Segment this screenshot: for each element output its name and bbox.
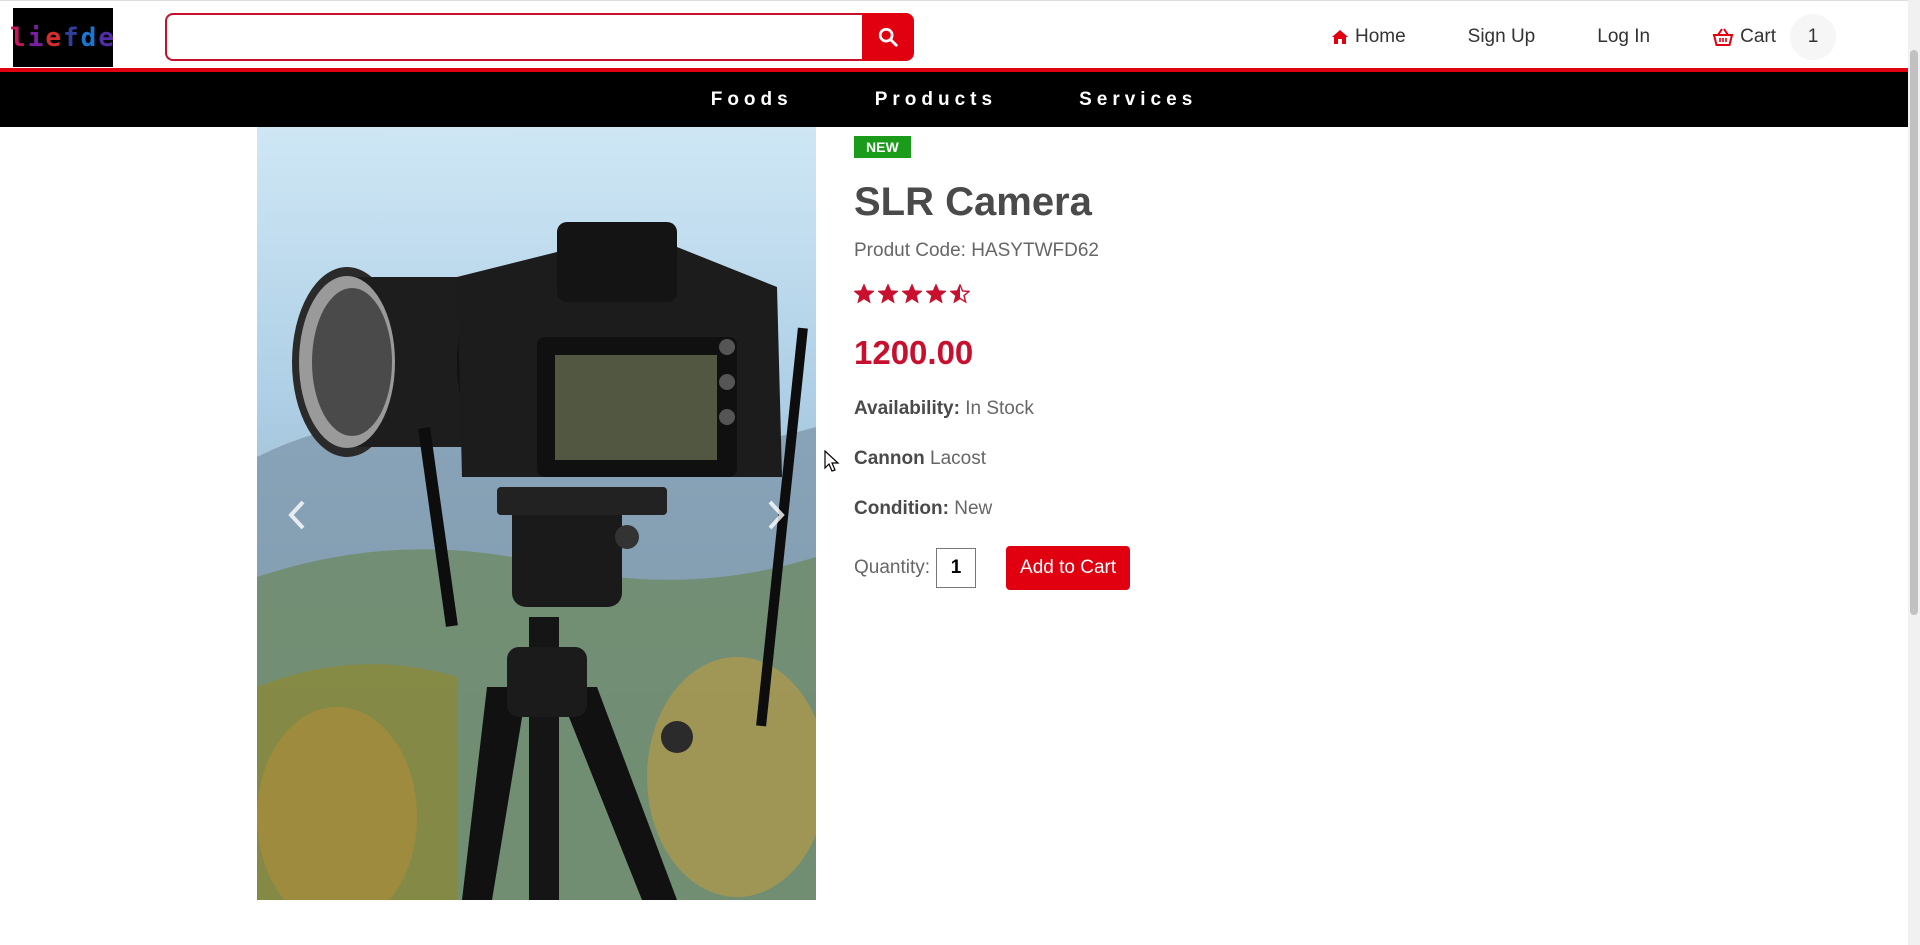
quantity-label: Quantity: (854, 557, 931, 578)
category-foods[interactable]: Foods (711, 89, 793, 111)
condition-label: Condition: (854, 498, 949, 519)
header-nav: Home Sign Up Log In Cart 1 (1269, 14, 1836, 60)
nav-signup[interactable]: Sign Up (1468, 26, 1536, 48)
brand-label: Cannon (854, 448, 925, 469)
cart-count-badge: 1 (1790, 14, 1836, 60)
star-icon (950, 284, 970, 304)
nav-login[interactable]: Log In (1597, 26, 1650, 48)
new-badge: NEW (854, 136, 911, 158)
quantity-input[interactable] (936, 548, 977, 588)
star-icon (878, 284, 898, 304)
chevron-right-icon (768, 500, 785, 530)
star-icon (902, 284, 922, 304)
product-image (257, 127, 816, 900)
availability-row: Availability: In Stock (854, 396, 1454, 422)
site-logo[interactable]: liefde (10, 8, 116, 67)
carousel-next[interactable] (756, 485, 796, 545)
search-icon (878, 27, 898, 47)
home-icon (1331, 29, 1349, 45)
availability-label: Availability: (854, 398, 960, 419)
rating-stars (854, 284, 1454, 304)
condition-value: New (954, 498, 993, 519)
condition-row: Condition: New (854, 496, 1454, 522)
brand-row: Cannon Lacost (854, 446, 1454, 472)
page-scrollbar[interactable] (1908, 0, 1920, 945)
nav-home-label: Home (1354, 26, 1406, 47)
star-icon (926, 284, 946, 304)
availability-value: In Stock (965, 398, 1034, 419)
search-button[interactable] (862, 13, 914, 61)
chevron-left-icon (288, 500, 305, 530)
quantity-row: Quantity: Add to Cart (854, 546, 1454, 590)
nav-login-label: Log In (1597, 26, 1651, 47)
search-bar (165, 13, 914, 61)
nav-signup-label: Sign Up (1467, 26, 1536, 47)
brand-value: Lacost (930, 448, 986, 469)
product-title: SLR Camera (854, 180, 1092, 224)
search-input[interactable] (165, 13, 862, 61)
basket-icon (1712, 28, 1734, 46)
top-header: liefde Home Sign Up Log In Cart 1 (0, 0, 1908, 72)
nav-cart[interactable]: Cart 1 (1712, 14, 1836, 60)
category-products[interactable]: Products (875, 89, 997, 111)
carousel-prev[interactable] (277, 485, 317, 545)
nav-cart-label: Cart (1740, 26, 1776, 47)
product-image-carousel (257, 127, 816, 900)
category-nav: Foods Products Services (0, 72, 1908, 127)
category-services[interactable]: Services (1079, 89, 1197, 111)
add-to-cart-button[interactable]: Add to Cart (1006, 546, 1131, 590)
mouse-cursor-icon (824, 450, 840, 472)
product-price: 1200.00 (854, 334, 974, 371)
logo-text: liefde (10, 22, 116, 53)
star-icon (854, 284, 874, 304)
product-code: Produt Code: HASYTWFD62 (854, 240, 1099, 261)
scrollbar-thumb[interactable] (1910, 50, 1918, 615)
nav-home[interactable]: Home (1331, 26, 1406, 48)
product-details: NEW SLR Camera Produt Code: HASYTWFD62 1… (854, 136, 1454, 590)
